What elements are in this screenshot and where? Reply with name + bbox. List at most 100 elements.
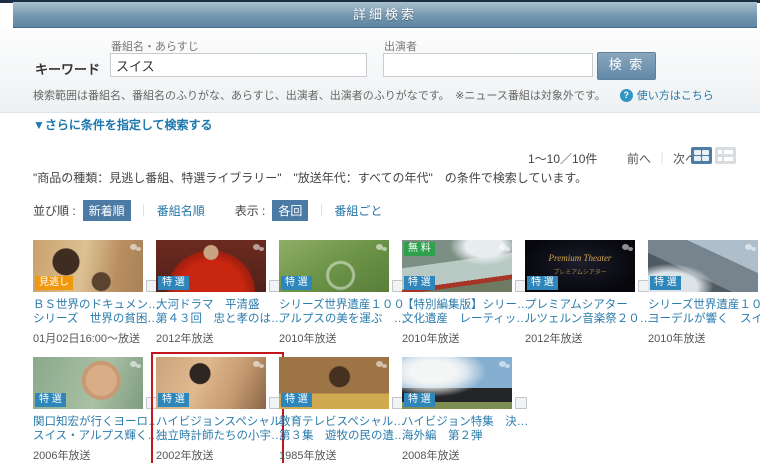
result-title-line2[interactable]: 海外編 第２弾 — [402, 429, 525, 443]
result-card: 特 選教育テレビスペシャル…第３集 遊牧の民の遺…1985年放送 — [279, 357, 402, 461]
view-by-program-link[interactable]: 番組ごと — [334, 202, 382, 219]
broadcast-date: 01月02日16:00～放送 — [33, 330, 156, 346]
usage-help-link[interactable]: 使い方はこちら — [637, 87, 714, 103]
performer-field-label: 出演者 — [384, 38, 417, 54]
thumbnail-art-subtext: プレミアムシアター — [525, 267, 635, 276]
search-results-page: { "page": { "title_bar": "詳細検索" }, "sear… — [0, 0, 760, 456]
badge-blue: 特 選 — [158, 276, 189, 290]
result-title-line1[interactable]: シリーズ世界遺産１００ — [279, 298, 402, 312]
result-card: 無 料特 選【特別編集版】シリー…文化遺産 レーティッ…2010年放送 — [402, 240, 525, 344]
search-scope-note-text: 検索範囲は番組名、番組名のふりがな、あらすじ、出演者、出演者のふりがなです。 ※… — [33, 87, 606, 103]
result-thumbnail[interactable]: 特 選 — [279, 357, 389, 409]
result-card: 見逃し ＢＳ世界のドキュメン…シリーズ 世界の貧困… 01月02日16:00～放送 — [33, 240, 156, 344]
result-title-line1[interactable]: 【特別編集版】シリー… — [402, 298, 525, 312]
program-field-label: 番組名・あらすじ — [111, 38, 199, 54]
result-title-line1[interactable]: ハイビジョン特集 決… — [402, 415, 525, 429]
result-thumbnail[interactable]: 特 選 — [279, 240, 389, 292]
result-thumbnail[interactable]: 見逃し — [33, 240, 143, 292]
results-grid: 見逃しＢＳ世界のドキュメン…シリーズ 世界の貧困…01月02日16:00～放送特… — [33, 240, 760, 461]
sort-separator: ｜ — [138, 202, 150, 219]
result-title-line2[interactable]: 第３集 遊牧の民の遺… — [279, 429, 402, 443]
badge-blue: 特 選 — [404, 393, 435, 407]
result-title-line1[interactable]: シリーズ世界遺産１００ — [648, 298, 760, 312]
result-title-line1[interactable]: プレミアムシアター — [525, 298, 648, 312]
logo-watermark-icon — [745, 244, 752, 250]
logo-watermark-icon — [622, 244, 629, 250]
pager: 前へ ｜ 次へ — [627, 150, 697, 167]
broadcast-date: 2012年放送 — [525, 330, 648, 346]
badge-blue: 特 選 — [281, 393, 312, 407]
select-checkbox[interactable] — [515, 397, 527, 409]
prev-page-link[interactable]: 前へ — [627, 150, 651, 167]
badge-blue: 特 選 — [527, 276, 558, 290]
logo-watermark-icon — [376, 244, 383, 250]
active-conditions-text: "商品の種類：見逃し番組、特選ライブラリー" "放送年代：すべての年代" の条件… — [33, 169, 587, 186]
search-scope-note: 検索範囲は番組名、番組名のふりがな、あらすじ、出演者、出演者のふりがなです。 ※… — [33, 87, 714, 103]
performer-search-input[interactable] — [383, 53, 593, 77]
help-icon[interactable]: ? — [620, 89, 633, 102]
sort-newest-active[interactable]: 新着順 — [83, 200, 131, 221]
result-title-line1[interactable]: ハイビジョンスペシャル — [156, 415, 279, 429]
result-thumbnail[interactable]: Premium Theater プレミアムシアター特 選 — [525, 240, 635, 292]
badge-blue: 特 選 — [404, 276, 435, 290]
result-card-selected: 特 選ハイビジョンスペシャル独立時計師たちの小宇… 2002年放送 — [156, 357, 279, 461]
result-thumbnail[interactable]: 特 選 — [402, 357, 512, 409]
result-title-line2[interactable]: ルツェルン音楽祭２０… — [525, 312, 648, 326]
result-title-line2[interactable]: 独立時計師たちの小宇… — [156, 429, 279, 443]
result-thumbnail[interactable]: 特 選 — [648, 240, 758, 292]
broadcast-date: 2008年放送 — [402, 447, 525, 463]
logo-watermark-icon — [130, 361, 137, 367]
logo-watermark-icon — [499, 361, 506, 367]
grid-view-icon[interactable] — [691, 147, 712, 164]
sort-row: 並び順 : 新着順 ｜ 番組名順 表示 : 各回 ｜ 番組ごと — [33, 200, 382, 221]
result-title-line2[interactable]: 第４３回 忠と孝のは… — [156, 312, 279, 326]
badge-green: 無 料 — [404, 242, 435, 256]
result-card: Premium Theaterプレミアムシアター特 選プレミアムシアタールツェル… — [525, 240, 648, 344]
logo-watermark-icon — [253, 244, 260, 250]
logo-watermark-icon — [253, 361, 260, 367]
result-card: 特 選大河ドラマ 平清盛第４３回 忠と孝のは…2012年放送 — [156, 240, 279, 344]
pager-separator: ｜ — [656, 150, 668, 167]
view-separator: ｜ — [315, 202, 327, 219]
result-title-line1[interactable]: 大河ドラマ 平清盛 — [156, 298, 279, 312]
result-title-line1[interactable]: 教育テレビスペシャル… — [279, 415, 402, 429]
broadcast-date: 2010年放送 — [279, 330, 402, 346]
program-search-input[interactable] — [110, 53, 367, 77]
result-card: 特 選ハイビジョン特集 決…海外編 第２弾 2008年放送 — [402, 357, 525, 461]
badge-orange: 見逃し — [35, 276, 73, 290]
result-thumbnail[interactable]: 特 選 — [33, 357, 143, 409]
result-card: 特 選シリーズ世界遺産１００アルプスの美を運ぶ … 2010年放送 — [279, 240, 402, 344]
page-title-text: 詳細検索 — [353, 7, 417, 22]
more-conditions-toggle[interactable]: ▼さらに条件を指定して検索する — [33, 116, 213, 133]
result-title-line2[interactable]: ヨーデルが響く スイ… — [648, 312, 760, 326]
broadcast-date: 2006年放送 — [33, 447, 156, 463]
logo-watermark-icon — [130, 244, 137, 250]
view-toggle — [691, 147, 736, 164]
result-title-line2[interactable]: 文化遺産 レーティッ… — [402, 312, 525, 326]
result-thumbnail[interactable]: 特 選 — [156, 240, 266, 292]
badge-blue: 特 選 — [281, 276, 312, 290]
broadcast-date: 2010年放送 — [648, 330, 760, 346]
result-title-line1[interactable]: 関口知宏が行くヨーロ… — [33, 415, 156, 429]
search-button[interactable]: 検 索 — [597, 52, 656, 80]
sort-by-name-link[interactable]: 番組名順 — [157, 202, 205, 219]
keyword-label: キーワード — [35, 59, 100, 78]
result-title-line2[interactable]: スイス・アルプス輝く… — [33, 429, 156, 443]
result-card: 特 選シリーズ世界遺産１００ヨーデルが響く スイ… 2010年放送 — [648, 240, 760, 344]
result-thumbnail[interactable]: 特 選 — [156, 357, 266, 409]
broadcast-date: 2002年放送 — [156, 447, 279, 463]
view-each-episode-active[interactable]: 各回 — [272, 200, 308, 221]
list-view-icon[interactable] — [715, 147, 736, 164]
view-mode-label: 表示 : — [235, 202, 266, 219]
search-panel: 番組名・あらすじ 出演者 キーワード 検 索 検索範囲は番組名、番組名のふりがな… — [0, 28, 760, 113]
page-title: 詳細検索 — [13, 2, 757, 28]
result-thumbnail[interactable]: 無 料特 選 — [402, 240, 512, 292]
thumbnail-art-text: Premium Theater — [525, 253, 635, 263]
result-card: 特 選関口知宏が行くヨーロ…スイス・アルプス輝く… 2006年放送 — [33, 357, 156, 461]
badge-blue: 特 選 — [158, 393, 189, 407]
result-title-line2[interactable]: シリーズ 世界の貧困… — [33, 312, 156, 326]
sort-label: 並び順 : — [33, 202, 76, 219]
logo-watermark-icon — [376, 361, 383, 367]
result-title-line2[interactable]: アルプスの美を運ぶ … — [279, 312, 402, 326]
result-title-line1[interactable]: ＢＳ世界のドキュメン… — [33, 298, 156, 312]
